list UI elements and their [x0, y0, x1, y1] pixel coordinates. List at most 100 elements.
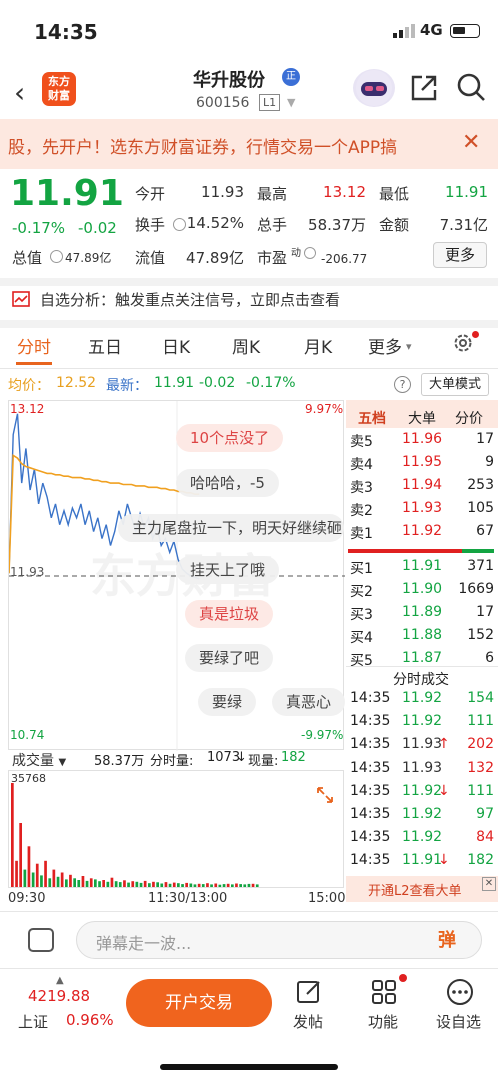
help-icon[interactable]: ? — [394, 376, 411, 393]
ask-level-label: 卖1 — [350, 526, 373, 542]
analysis-link[interactable]: 自选分析：触发重点关注信号，立即点击查看 — [40, 289, 340, 310]
bid-level-volume: 6 — [485, 650, 494, 666]
big-order-mode-button[interactable]: 大单模式 — [421, 373, 489, 396]
tab-five-level[interactable]: 五档 — [358, 408, 386, 428]
volume-bar — [251, 883, 255, 887]
tab-daily-k[interactable]: 日K — [162, 333, 190, 358]
tab-weekly-k[interactable]: 周K — [232, 333, 260, 358]
bid-level-price[interactable]: 11.90 — [402, 581, 442, 604]
ask-level-price[interactable]: 11.95 — [402, 454, 442, 477]
open-label: 今开 — [135, 185, 166, 203]
danmu-comment[interactable]: 要绿 — [198, 688, 257, 716]
post-edit-icon[interactable] — [295, 978, 323, 1006]
add-watchlist-label[interactable]: 设自选 — [436, 1011, 481, 1032]
close-icon[interactable]: ✕ — [462, 130, 480, 155]
danmu-comment[interactable]: 真是垃圾 — [185, 600, 274, 628]
chevron-down-icon[interactable]: ▼ — [287, 96, 295, 109]
y-axis-top-price: 13.12 — [10, 402, 45, 416]
index-name[interactable]: 上证 — [18, 1011, 48, 1032]
bid-level-volume: 1669 — [458, 581, 494, 597]
volume-bar — [185, 882, 188, 887]
bid-level-price[interactable]: 11.88 — [402, 627, 442, 650]
l2-upgrade-text[interactable]: 开通L2查看大单 — [368, 880, 462, 899]
index-value[interactable]: 4219.88 — [28, 987, 90, 1005]
tick-time: 14:35 — [350, 713, 391, 730]
function-label[interactable]: 功能 — [368, 1011, 398, 1032]
tab-price-dist[interactable]: 分价 — [455, 408, 483, 428]
assistant-robot-icon[interactable] — [353, 69, 395, 107]
volume-bar — [131, 881, 135, 887]
stock-code: 600156 — [196, 95, 250, 111]
search-icon[interactable] — [456, 72, 486, 102]
tab-big-order[interactable]: 大单 — [408, 408, 436, 428]
danmu-comment[interactable]: 哈哈哈，-5 — [176, 469, 279, 497]
volume-bar — [35, 863, 39, 887]
post-label[interactable]: 发帖 — [293, 1011, 323, 1032]
ask-level-price[interactable]: 11.94 — [402, 477, 442, 500]
danmu-comment[interactable]: 10个点没了 — [176, 424, 284, 452]
chevron-down-icon: ▼ — [58, 757, 67, 768]
notification-dot — [399, 974, 407, 982]
info-icon[interactable] — [50, 250, 63, 263]
danmu-comment[interactable]: 挂天上了哦 — [176, 556, 280, 584]
tick-volume: 182 — [467, 852, 494, 869]
current-price: 11.91 — [10, 173, 124, 214]
low-value: 11.91 — [445, 183, 488, 201]
info-icon[interactable] — [304, 247, 316, 259]
ask-level-label: 卖2 — [350, 503, 373, 519]
volume-bar — [89, 878, 93, 887]
low-label: 最低 — [379, 185, 410, 203]
ask-level-price[interactable]: 11.92 — [402, 523, 442, 546]
danmu-comment[interactable]: 要绿了吧 — [185, 644, 274, 672]
app-logo[interactable]: 东方 财富 — [42, 72, 76, 106]
ticks-title[interactable]: 分时成交 — [393, 669, 449, 689]
info-icon[interactable] — [173, 218, 186, 231]
more-options-icon[interactable] — [446, 978, 474, 1006]
gear-icon[interactable] — [452, 332, 474, 354]
bid-level-label: 买5 — [350, 653, 373, 669]
volume-chart[interactable] — [8, 770, 344, 888]
tick-arrow: ↓ — [438, 852, 450, 869]
volume-bar — [156, 882, 159, 887]
danmu-comment[interactable]: 主力尾盘拉一下，明天好继续砸 — [118, 514, 344, 542]
bid-level-price[interactable]: 11.91 — [402, 558, 442, 581]
bid-level-price[interactable]: 11.89 — [402, 604, 442, 627]
tab-intraday[interactable]: 分时 — [17, 333, 51, 358]
tick-volume: 132 — [467, 759, 494, 776]
chevron-down-icon[interactable]: ▾ — [406, 340, 412, 353]
open-account-button[interactable]: 开户交易 — [126, 979, 272, 1027]
latest-change: -0.02 — [199, 375, 236, 391]
function-grid-icon[interactable] — [370, 978, 398, 1006]
volume-bar — [160, 883, 164, 887]
danmu-comment[interactable]: 真恶心 — [272, 688, 346, 716]
cell-signal-icon — [393, 24, 415, 38]
back-icon[interactable]: ‹ — [14, 76, 25, 109]
close-icon[interactable]: ✕ — [482, 877, 496, 891]
volume-bar — [56, 876, 60, 887]
y-axis-mid-price: 11.93 — [10, 565, 45, 579]
tab-more[interactable]: 更多 — [368, 333, 402, 358]
level-badge[interactable]: L1 — [259, 94, 281, 111]
market-cap-label: 总值 — [12, 249, 43, 267]
ask-level-price[interactable]: 11.96 — [402, 431, 442, 454]
latest-value: 11.91 — [154, 375, 195, 391]
volume-bar — [44, 860, 47, 887]
volume-bar — [114, 881, 118, 887]
volume-bar — [102, 880, 105, 887]
current-volume-value: 182 — [281, 750, 306, 765]
danmu-toggle-icon[interactable]: 弹 — [438, 926, 466, 954]
comment-list-icon[interactable] — [28, 928, 54, 952]
bid-level-label: 买2 — [350, 584, 373, 600]
volume-bar — [77, 880, 81, 887]
x-axis-open: 09:30 — [8, 891, 46, 906]
volume-bar — [168, 883, 172, 887]
tab-monthly-k[interactable]: 月K — [304, 333, 332, 358]
expand-icon[interactable] — [314, 784, 336, 806]
volume-indicator-select[interactable]: 成交量 ▼ — [12, 750, 66, 770]
share-icon[interactable] — [410, 74, 438, 102]
volume-bar — [52, 869, 56, 887]
more-button[interactable]: 更多 — [433, 242, 487, 268]
ask-level-price[interactable]: 11.93 — [402, 500, 442, 523]
tab-five-day[interactable]: 五日 — [88, 333, 122, 358]
index-percent[interactable]: 0.96% — [66, 1011, 114, 1029]
